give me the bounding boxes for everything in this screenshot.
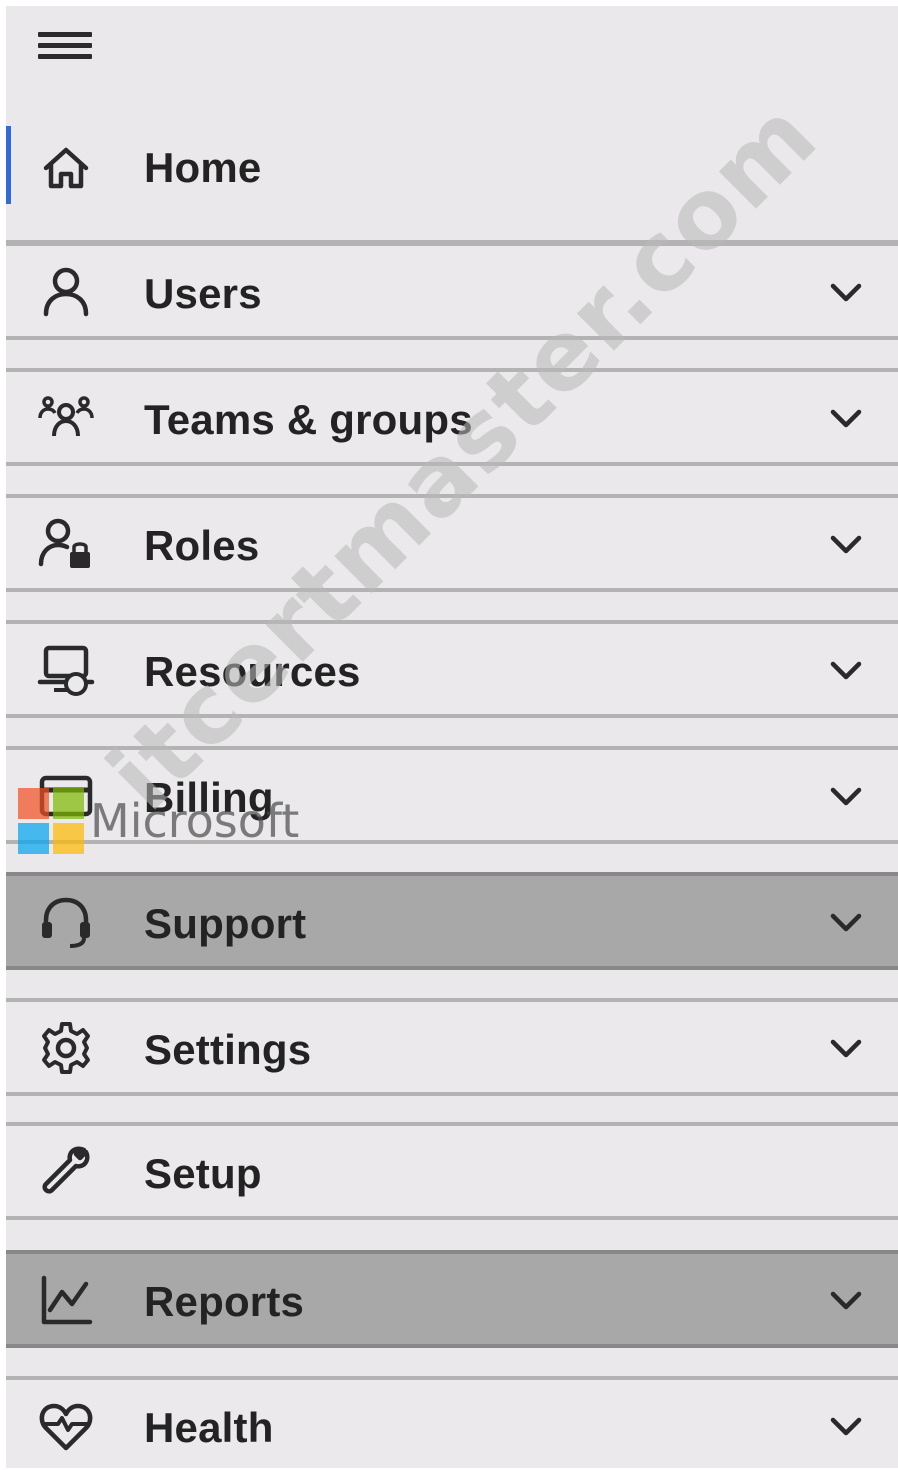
wrench-icon — [36, 1142, 96, 1202]
nav-item-label: Reports — [144, 1278, 305, 1325]
chevron-down-icon[interactable] — [824, 1404, 868, 1448]
chevron-down-icon[interactable] — [824, 270, 868, 314]
hamburger-icon[interactable] — [34, 28, 100, 68]
nav-item-home[interactable]: Home — [6, 116, 898, 244]
nav-item-reports[interactable]: Reports — [6, 1250, 898, 1348]
chevron-down-icon[interactable] — [824, 522, 868, 566]
heart-icon — [36, 1396, 96, 1456]
nav-item-users[interactable]: Users — [6, 242, 898, 340]
nav-item-health[interactable]: Health — [6, 1376, 898, 1468]
nav-item-label: Resources — [144, 648, 361, 695]
nav-item-teams-groups[interactable]: Teams & groups — [6, 368, 898, 466]
microsoft-logo — [18, 788, 84, 854]
active-indicator — [6, 126, 11, 204]
chevron-down-icon[interactable] — [824, 648, 868, 692]
nav-item-label: Health — [144, 1404, 274, 1451]
chevron-down-icon[interactable] — [824, 396, 868, 440]
nav-item-label: Teams & groups — [144, 396, 473, 443]
nav-item-settings[interactable]: Settings — [6, 998, 898, 1096]
chevron-down-icon[interactable] — [824, 900, 868, 944]
nav-item-label: Setup — [144, 1150, 262, 1197]
chevron-down-icon[interactable] — [824, 1278, 868, 1322]
resources-icon — [36, 640, 96, 700]
chevron-down-icon[interactable] — [824, 1026, 868, 1070]
nav-item-label: Users — [144, 270, 262, 317]
chart-icon — [36, 1270, 96, 1330]
headset-icon — [36, 892, 96, 952]
nav-item-setup[interactable]: Setup — [6, 1122, 898, 1220]
nav-item-label: Home — [144, 144, 262, 191]
nav-item-label: Support — [144, 900, 307, 947]
home-icon — [36, 138, 96, 198]
gear-icon — [36, 1018, 96, 1078]
nav-item-resources[interactable]: Resources — [6, 620, 898, 718]
chevron-down-icon[interactable] — [824, 774, 868, 818]
roles-icon — [36, 514, 96, 574]
user-icon — [36, 262, 96, 322]
microsoft-logo-text: Microsoft — [90, 794, 300, 848]
navigation-pane: Home Users Teams & groups Roles Resource… — [6, 6, 898, 1468]
nav-item-label: Settings — [144, 1026, 312, 1073]
nav-item-roles[interactable]: Roles — [6, 494, 898, 592]
teams-icon — [36, 388, 96, 448]
nav-item-support[interactable]: Support — [6, 872, 898, 970]
nav-item-label: Roles — [144, 522, 260, 569]
